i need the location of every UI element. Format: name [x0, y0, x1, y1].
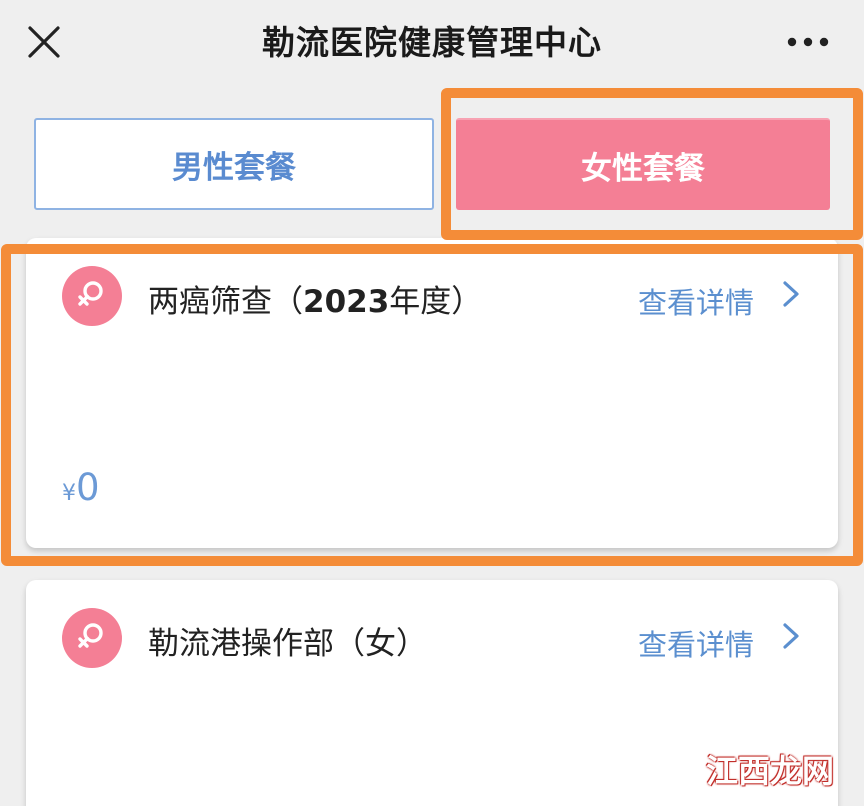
package-title: 两癌筛查（2023年度） [148, 276, 482, 321]
page: 勒流医院健康管理中心 男性套餐 女性套餐 两癌筛查（2023年度） 查看详情 ¥… [0, 0, 864, 806]
close-button[interactable] [22, 20, 66, 64]
package-title-suffix: 年度） [389, 284, 483, 320]
more-dots-icon [787, 37, 829, 47]
package-title-prefix: 两癌筛查（ [148, 284, 303, 320]
more-button[interactable] [780, 20, 836, 64]
watermark: 江西龙网 [705, 752, 834, 790]
package-card[interactable]: 两癌筛查（2023年度） 查看详情 ¥0 [26, 238, 838, 548]
currency-symbol: ¥ [62, 481, 76, 506]
package-title: 勒流港操作部（女） [148, 626, 427, 662]
view-details-link[interactable]: 查看详情 [638, 280, 754, 322]
page-title: 勒流医院健康管理中心 [262, 23, 602, 62]
title-bar: 勒流医院健康管理中心 [0, 0, 864, 80]
package-title-year: 2023 [303, 284, 390, 320]
tab-male-packages[interactable]: 男性套餐 [34, 118, 434, 210]
female-symbol-icon [62, 608, 122, 668]
view-details-link[interactable]: 查看详情 [638, 622, 754, 664]
price-amount: 0 [76, 466, 100, 509]
close-icon [28, 26, 60, 58]
tab-female-packages[interactable]: 女性套餐 [456, 118, 830, 210]
chevron-right-icon[interactable] [780, 278, 802, 310]
chevron-right-icon[interactable] [780, 620, 802, 652]
package-price: ¥0 [62, 466, 100, 509]
female-symbol-icon [62, 266, 122, 326]
